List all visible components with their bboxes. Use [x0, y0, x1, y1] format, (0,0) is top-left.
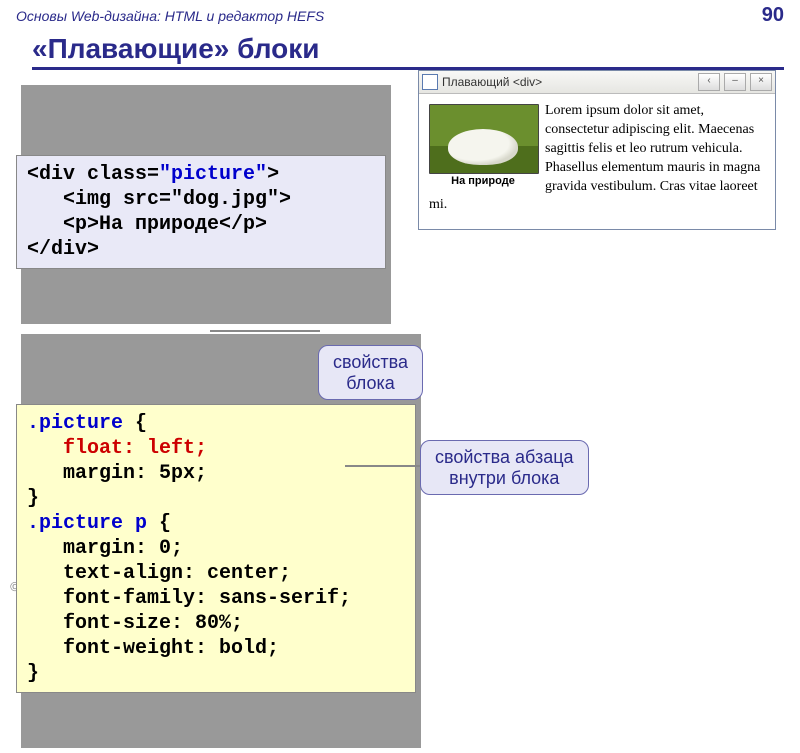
html-code-box: <div class="picture"> <img src="dog.jpg"…: [16, 80, 386, 319]
code-text: {: [147, 512, 171, 535]
code-text: <div class=: [27, 163, 159, 186]
code-text: float: [27, 437, 123, 460]
minimize-icon: –: [724, 73, 746, 91]
code-text: }: [27, 662, 39, 685]
image-caption: На природе: [429, 174, 537, 189]
collapse-icon: ‹: [698, 73, 720, 91]
topic-text: Основы Web-дизайна: HTML и редактор HEFS: [16, 8, 324, 24]
code-text: {: [123, 412, 147, 435]
code-text: .picture p: [27, 512, 147, 535]
code-text: font-family: sans-serif;: [27, 587, 351, 610]
callout-paragraph-props: свойства абзаца внутри блока: [420, 440, 589, 495]
code-text: text-align: center;: [27, 562, 291, 585]
code-text: }: [27, 487, 39, 510]
floating-picture: На природе: [429, 104, 537, 189]
code-text: >: [267, 163, 279, 186]
close-icon: ×: [750, 73, 772, 91]
connector-line: [210, 330, 320, 332]
browser-body: На природе Lorem ipsum dolor sit amet, c…: [419, 94, 775, 229]
slide-header: Основы Web-дизайна: HTML и редактор HEFS…: [0, 0, 800, 29]
document-icon: [422, 74, 438, 90]
code-text: "picture": [159, 163, 267, 186]
slide-title: «Плавающие» блоки: [32, 33, 784, 70]
code-text: margin: 0;: [27, 537, 183, 560]
callout-block-props: свойства блока: [318, 345, 423, 400]
connector-line: [345, 465, 420, 467]
code-text: <p>На природе</p>: [27, 213, 267, 236]
code-text: font-size: 80%;: [27, 612, 243, 635]
page-number: 90: [762, 4, 784, 27]
code-text: <img src="dog.jpg">: [27, 188, 291, 211]
browser-title: Плавающий <div>: [442, 75, 694, 89]
code-text: .picture: [27, 412, 123, 435]
code-text: font-weight: bold;: [27, 637, 279, 660]
browser-preview: Плавающий <div> ‹ – × На природе Lorem i…: [418, 70, 776, 230]
code-text: : left;: [123, 437, 207, 460]
code-text: </div>: [27, 238, 99, 261]
browser-titlebar: Плавающий <div> ‹ – ×: [419, 71, 775, 94]
code-text: margin: 5px;: [27, 462, 207, 485]
dog-image: [429, 104, 539, 174]
